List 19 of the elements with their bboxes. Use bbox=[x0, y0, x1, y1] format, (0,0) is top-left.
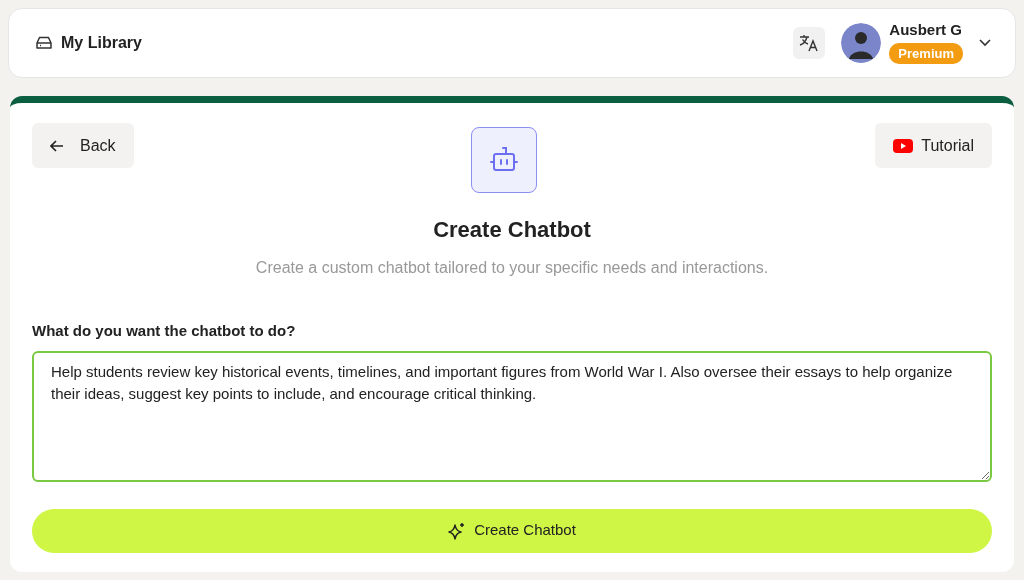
sparkle-icon bbox=[448, 521, 467, 540]
drive-icon bbox=[35, 35, 53, 51]
chevron-down-icon[interactable] bbox=[979, 39, 991, 47]
translate-button[interactable] bbox=[793, 27, 826, 59]
avatar-icon[interactable] bbox=[841, 23, 882, 63]
back-button[interactable]: Back bbox=[32, 123, 134, 168]
create-chatbot-button[interactable]: Create Chatbot bbox=[32, 508, 992, 553]
page-title: Create Chatbot bbox=[432, 216, 592, 244]
page-subtitle: Create a custom chatbot tailored to your specific needs and interactions. bbox=[254, 258, 770, 278]
field-label: What do you want the chatbot to do? bbox=[32, 321, 297, 341]
plan-badge: Premium bbox=[889, 42, 963, 64]
tutorial-button[interactable]: Tutorial bbox=[875, 123, 992, 168]
arrow-left-icon bbox=[50, 139, 64, 152]
translate-icon bbox=[799, 34, 820, 52]
library-link[interactable]: My Library bbox=[61, 31, 142, 55]
description-field[interactable]: Help students review key historical events, timelines, and important figures from World War I. Also oversee their essays to help organize their ideas, suggest key points to include, and encourage critical thinking. bbox=[32, 350, 992, 482]
robot-icon bbox=[488, 146, 521, 174]
user-name: Ausbert G bbox=[889, 22, 962, 39]
play-icon bbox=[893, 138, 914, 153]
